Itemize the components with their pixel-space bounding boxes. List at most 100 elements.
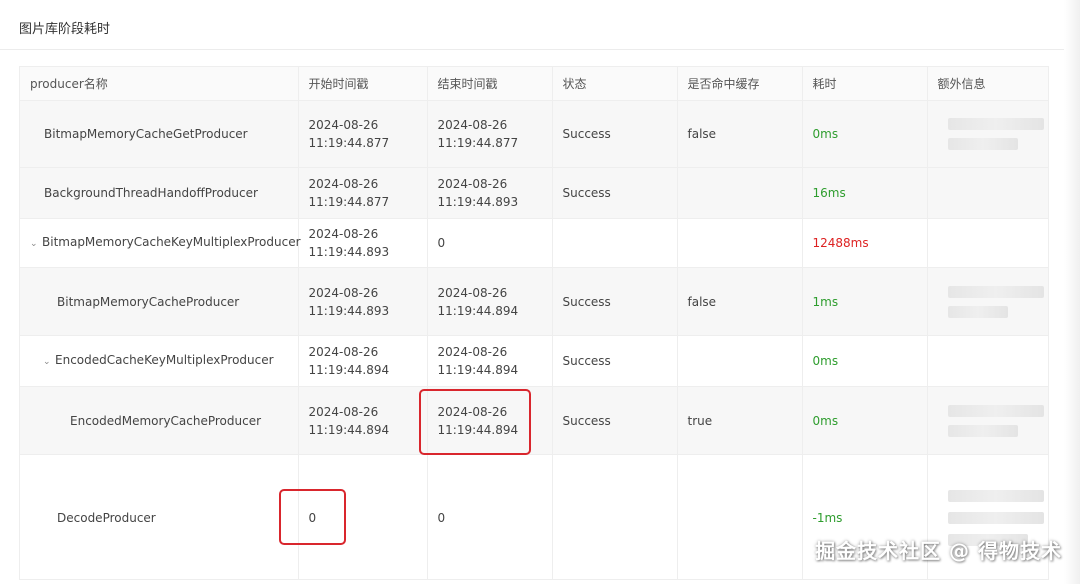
cell-duration: 0ms <box>802 100 928 168</box>
cell-extra-info <box>927 267 1048 336</box>
end-time: 11:19:44.894 <box>437 363 519 377</box>
panel-header: 图片库阶段耗时 <box>0 0 1064 50</box>
cell-status: Success <box>552 167 678 219</box>
start-date: 2024-08-26 <box>308 345 379 359</box>
cell-producer-name: BackgroundThreadHandoffProducer <box>20 167 299 219</box>
end-date: 2024-08-26 <box>437 404 508 419</box>
start-time: 11:19:44.893 <box>308 245 390 259</box>
page-edge-shade <box>1064 0 1080 584</box>
duration-text: 16ms <box>812 186 846 200</box>
cell-duration: 0ms <box>802 386 928 455</box>
producer-name: DecodeProducer <box>57 511 156 525</box>
cell-duration: 1ms <box>802 267 928 336</box>
status-text: Success <box>562 186 611 200</box>
start-time: 11:19:44.894 <box>308 422 390 437</box>
table-header-row: producer名称 开始时间戳 结束时间戳 状态 是否命中缓存 耗时 额外信息 <box>20 67 1048 101</box>
start-date: 2024-08-26 <box>308 404 379 419</box>
cell-start-timestamp: 2024-08-26 11:19:44.877 <box>298 167 428 219</box>
column-header-cache-hit: 是否命中缓存 <box>677 67 803 101</box>
blurred-extra-info <box>947 285 1044 298</box>
duration-text: 0ms <box>812 127 839 141</box>
blurred-extra-info <box>947 305 1008 318</box>
end-time: 11:19:44.894 <box>437 422 519 437</box>
cell-extra-info <box>927 218 1048 268</box>
cell-end-timestamp: 2024-08-26 11:19:44.877 <box>427 100 553 168</box>
start-time: 11:19:44.894 <box>308 363 390 377</box>
end-timestamp: 0 <box>437 236 446 250</box>
cell-duration: 16ms <box>802 167 928 219</box>
cell-extra-info <box>927 386 1048 455</box>
cell-cache-hit <box>677 335 803 387</box>
blurred-extra-info <box>947 512 1044 524</box>
table-row[interactable]: ⌄ EncodedCacheKeyMultiplexProducer 2024-08… <box>20 335 1048 387</box>
end-time: 11:19:44.893 <box>437 195 519 209</box>
cell-producer-name: DecodeProducer <box>20 454 299 579</box>
expand-chevron-icon[interactable]: ⌄ <box>30 235 40 253</box>
cell-cache-hit <box>677 218 803 268</box>
table-row[interactable]: BackgroundThreadHandoffProducer 2024-08-2… <box>20 167 1048 219</box>
table-row[interactable]: ⌄ BitmapMemoryCacheKeyMultiplexProducer 20… <box>20 218 1048 268</box>
column-header-start-timestamp: 开始时间戳 <box>298 67 428 101</box>
end-timestamp: 0 <box>437 511 446 525</box>
cell-extra-info <box>927 335 1048 387</box>
blurred-extra-info <box>947 138 1018 150</box>
start-date: 2024-08-26 <box>308 285 379 300</box>
column-header-extra-info: 额外信息 <box>927 67 1048 101</box>
cell-duration: 0ms <box>802 335 928 387</box>
end-date: 2024-08-26 <box>437 285 508 300</box>
cell-producer-name: ⌄ BitmapMemoryCacheKeyMultiplexProducer <box>20 218 301 268</box>
column-header-end-timestamp: 结束时间戳 <box>427 67 553 101</box>
cache-hit-text: false <box>687 294 717 309</box>
blurred-extra-info <box>947 424 1018 437</box>
producer-name: BitmapMemoryCacheProducer <box>57 294 240 309</box>
cell-start-timestamp: 0 <box>298 454 428 579</box>
cell-cache-hit: true <box>677 386 803 455</box>
producer-name: EncodedMemoryCacheProducer <box>70 413 262 428</box>
cell-cache-hit: false <box>677 267 803 336</box>
cell-end-timestamp: 0 <box>427 218 553 268</box>
column-header-status: 状态 <box>552 67 678 101</box>
blurred-extra-info <box>947 404 1044 417</box>
start-time: 11:19:44.893 <box>308 303 390 318</box>
blurred-extra-info <box>947 490 1044 502</box>
start-date: 2024-08-26 <box>308 118 379 132</box>
start-time: 11:19:44.877 <box>308 195 390 209</box>
column-header-duration: 耗时 <box>802 67 928 101</box>
end-date: 2024-08-26 <box>437 345 508 359</box>
status-text: Success <box>562 354 611 368</box>
panel-title: 图片库阶段耗时 <box>19 22 111 37</box>
producer-name: BitmapMemoryCacheKeyMultiplexProducer <box>42 235 301 249</box>
cell-status: Success <box>552 386 678 455</box>
cell-start-timestamp: 2024-08-26 11:19:44.893 <box>298 267 428 336</box>
cell-start-timestamp: 2024-08-26 11:19:44.893 <box>298 218 428 268</box>
end-time: 11:19:44.894 <box>437 303 519 318</box>
start-time: 11:19:44.877 <box>308 136 390 150</box>
duration-text: 1ms <box>812 294 839 309</box>
cache-hit-text: false <box>687 127 717 141</box>
status-text: Success <box>562 127 611 141</box>
duration-text: 0ms <box>812 354 839 368</box>
status-text: Success <box>562 294 611 309</box>
start-date: 2024-08-26 <box>308 177 379 191</box>
end-date: 2024-08-26 <box>437 177 508 191</box>
end-date: 2024-08-26 <box>437 118 508 132</box>
cell-status: Success <box>552 335 678 387</box>
cell-producer-name: BitmapMemoryCacheProducer <box>20 267 299 336</box>
cell-producer-name: EncodedMemoryCacheProducer <box>20 386 299 455</box>
producer-timing-table: producer名称 开始时间戳 结束时间戳 状态 是否命中缓存 耗时 额外信息… <box>19 66 1049 580</box>
column-header-producer-name: producer名称 <box>20 67 299 101</box>
duration-text: -1ms <box>812 511 843 525</box>
expand-chevron-icon[interactable]: ⌄ <box>43 353 53 371</box>
table-row[interactable]: BitmapMemoryCacheProducer 2024-08-26 11:19… <box>20 267 1048 336</box>
cell-end-timestamp: 0 <box>427 454 553 579</box>
producer-name: BackgroundThreadHandoffProducer <box>44 186 258 200</box>
table-row[interactable]: BitmapMemoryCacheGetProducer 2024-08-26 11… <box>20 100 1048 168</box>
watermark: 掘金技术社区 @ 得物技术 <box>815 539 1062 563</box>
cell-producer-name: ⌄ EncodedCacheKeyMultiplexProducer <box>20 335 299 387</box>
table-row[interactable]: EncodedMemoryCacheProducer 2024-08-26 11:1… <box>20 386 1048 455</box>
cell-end-timestamp: 2024-08-26 11:19:44.894 <box>427 267 553 336</box>
start-date: 2024-08-26 <box>308 227 379 241</box>
cell-producer-name: BitmapMemoryCacheGetProducer <box>20 100 299 168</box>
cell-end-timestamp: 2024-08-26 11:19:44.894 <box>427 335 553 387</box>
cell-start-timestamp: 2024-08-26 11:19:44.877 <box>298 100 428 168</box>
